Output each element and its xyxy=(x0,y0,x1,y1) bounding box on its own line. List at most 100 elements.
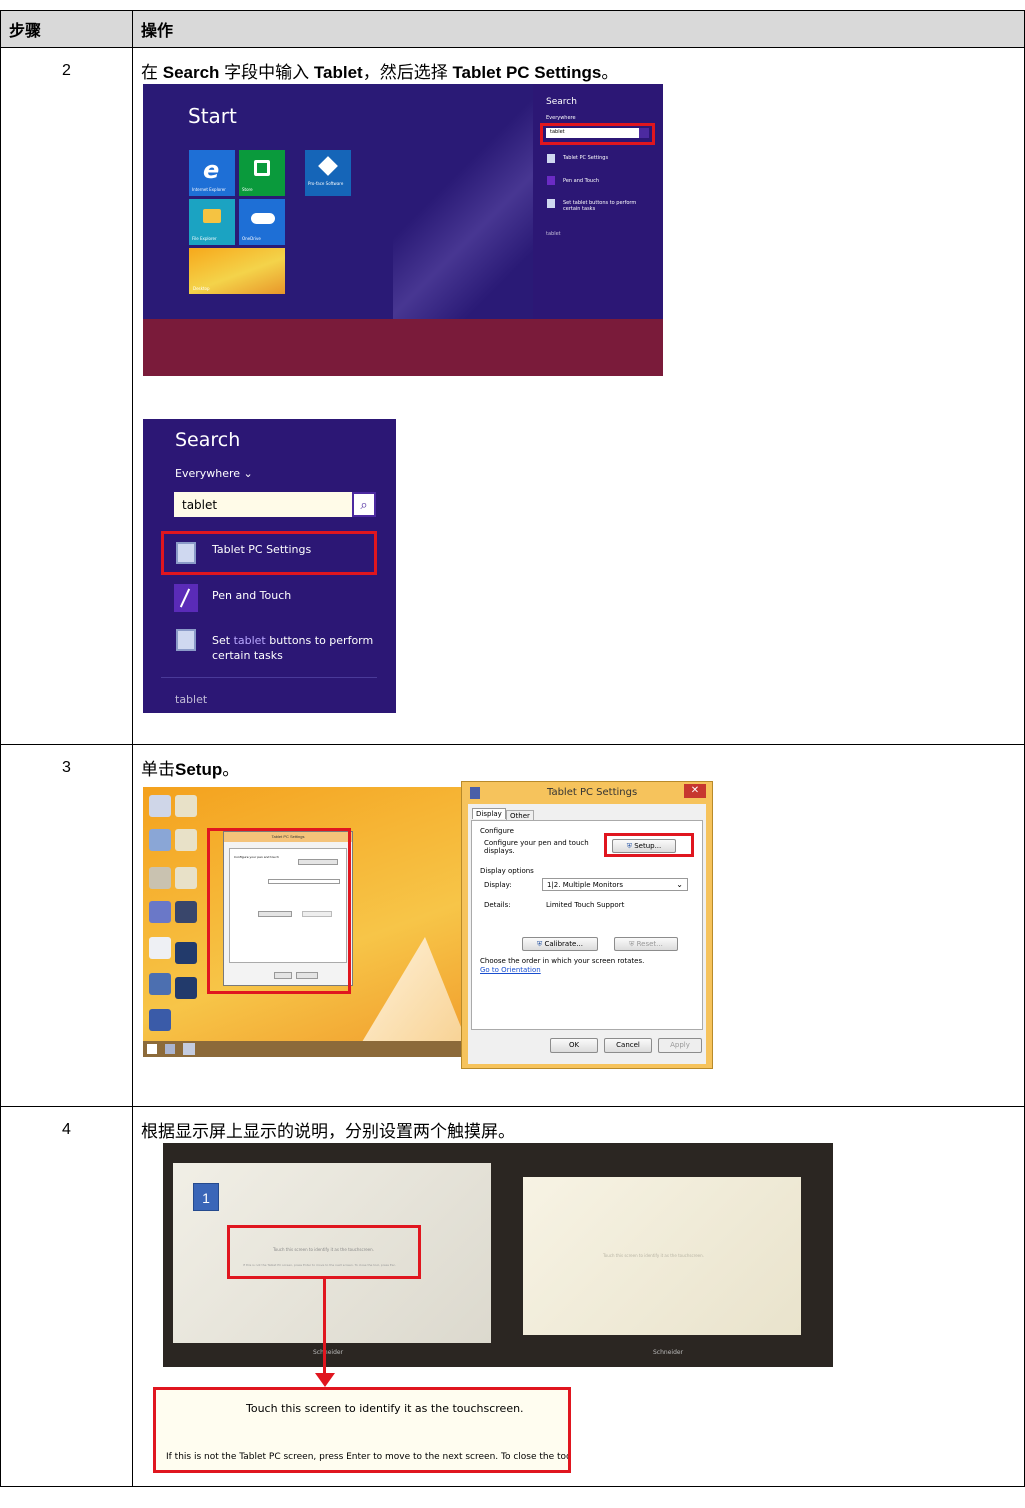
desktop-icon[interactable] xyxy=(175,829,197,851)
highlight-search-box xyxy=(540,123,655,145)
callout-arrow xyxy=(323,1279,326,1379)
step-instruction: 根据显示屏上显示的说明，分别设置两个触摸屏。 xyxy=(141,1122,515,1141)
tile-file-explorer[interactable]: File Explorer xyxy=(189,199,235,245)
tablet-settings-icon[interactable] xyxy=(183,1043,195,1055)
step-action-cell: 单击Setup。 Tablet PC Settings Configure yo… xyxy=(132,744,1025,1107)
highlight-setup-button xyxy=(604,833,694,857)
group-display-options: Display options xyxy=(480,867,534,875)
tile-internet-explorer[interactable]: e Internet Explorer xyxy=(189,150,235,196)
explorer-icon[interactable] xyxy=(165,1044,175,1054)
result-tablet-pc-settings[interactable]: Tablet PC Settings xyxy=(212,543,311,556)
tile-onedrive[interactable]: OneDrive xyxy=(239,199,285,245)
background-swoosh xyxy=(393,84,543,319)
desktop-icon[interactable] xyxy=(149,867,171,889)
store-icon xyxy=(254,160,270,176)
result-tablet-buttons[interactable]: Set tablet buttons to perform certain ta… xyxy=(212,633,373,663)
instruction-text: ，然后选择 xyxy=(362,63,453,82)
start-screen-screenshot: Start e Internet Explorer Store Pro-face… xyxy=(143,84,663,376)
brand-logo: Schneider xyxy=(313,1349,344,1356)
chevron-down-icon: ⌄ xyxy=(243,467,253,480)
desktop-icon[interactable] xyxy=(175,795,197,817)
search-icon[interactable]: ⌕ xyxy=(352,492,376,517)
tablet-settings-icon xyxy=(547,154,555,163)
app-icon xyxy=(470,787,480,799)
tile-desktop[interactable]: Desktop xyxy=(189,248,285,294)
arrow-head-icon xyxy=(315,1373,335,1387)
brand-logo: Schneider xyxy=(653,1349,684,1356)
desktop-screenshot: Tablet PC Settings Configure your pen an… xyxy=(143,787,463,1057)
instruction-keyword: Setup xyxy=(175,760,223,779)
instruction-keyword: Tablet PC Settings xyxy=(452,63,602,82)
windows-icon[interactable] xyxy=(147,1044,157,1054)
shield-icon: ⛨ xyxy=(629,940,635,948)
dialog-titlebar: Tablet PC Settings ✕ xyxy=(462,782,712,804)
folder-icon xyxy=(203,209,221,223)
search-charm-panel: Search Everywhere tablet Tablet PC Setti… xyxy=(533,84,663,319)
reset-button[interactable]: ⛨ Reset... xyxy=(614,937,678,951)
cloud-icon xyxy=(251,213,275,224)
start-title: Start xyxy=(188,104,237,128)
callout-title: Touch this screen to identify it as the … xyxy=(246,1402,524,1415)
instruction-text: 。 xyxy=(601,63,619,82)
close-icon[interactable]: ✕ xyxy=(684,784,706,798)
apply-button[interactable]: Apply xyxy=(658,1038,702,1053)
desktop-icon[interactable] xyxy=(175,977,197,999)
desktop-icon[interactable] xyxy=(175,942,197,964)
step-action-cell: 在 Search 字段中输入 Tablet，然后选择 Tablet PC Set… xyxy=(132,47,1025,745)
wallpaper-shape xyxy=(353,937,463,1057)
monitors-photo: 1 Schneider Schneider Touch this screen … xyxy=(163,1143,833,1367)
step-number: 2 xyxy=(0,47,133,745)
callout-instruction: If this is not the Tablet PC screen, pre… xyxy=(166,1452,571,1462)
procedure-table: 步骤 操作 2 在 Search 字段中输入 Tablet，然后选择 Table… xyxy=(0,10,1025,1487)
tab-display[interactable]: Display xyxy=(472,808,506,819)
scope-label[interactable]: Everywhere ⌄ xyxy=(175,467,253,480)
highlight-monitor-message xyxy=(227,1225,421,1279)
table-row-step-3: 3 单击Setup。 Tablet PC Settings Configure … xyxy=(0,744,1025,1107)
step-number: 3 xyxy=(0,744,133,1107)
instruction-text: 在 xyxy=(141,63,163,82)
group-configure: Configure xyxy=(480,827,514,835)
desktop-icon[interactable] xyxy=(149,973,171,995)
instruction-text: 字段中输入 xyxy=(219,63,314,82)
step-number: 4 xyxy=(0,1106,133,1487)
tile-pro-face-software[interactable]: Pro-face Software xyxy=(305,150,351,196)
step-instruction: 单击Setup。 xyxy=(141,760,240,779)
header-step: 步骤 xyxy=(0,10,133,48)
desktop-icon[interactable] xyxy=(175,867,197,889)
calibrate-button[interactable]: ⛨ Calibrate... xyxy=(522,937,598,951)
table-row-step-2: 2 在 Search 字段中输入 Tablet，然后选择 Tablet PC S… xyxy=(0,47,1025,745)
step-instruction: 在 Search 字段中输入 Tablet，然后选择 Tablet PC Set… xyxy=(141,58,1016,84)
desktop-icon[interactable] xyxy=(149,937,171,959)
tile-store[interactable]: Store xyxy=(239,150,285,196)
highlight-dialog xyxy=(207,828,351,994)
ok-button[interactable]: OK xyxy=(550,1038,598,1053)
table-row-step-4: 4 根据显示屏上显示的说明，分别设置两个触摸屏。 1 Schneider Sch… xyxy=(0,1106,1025,1487)
divider xyxy=(161,677,377,678)
desktop-icon[interactable] xyxy=(149,795,171,817)
tablet-buttons-icon xyxy=(547,199,555,208)
header-action: 操作 xyxy=(132,10,1025,48)
chevron-down-icon: ⌄ xyxy=(676,880,683,889)
desktop-icon[interactable] xyxy=(149,901,171,923)
table-header-row: 步骤 操作 xyxy=(0,10,1025,48)
display-select[interactable]: 1|2. Multiple Monitors ⌄ xyxy=(542,878,688,891)
tablet-settings-icon xyxy=(176,542,196,564)
ie-icon: e xyxy=(203,156,220,184)
result-pen-and-touch[interactable]: Pen and Touch xyxy=(212,589,291,602)
cancel-button[interactable]: Cancel xyxy=(604,1038,652,1053)
tablet-pc-settings-dialog: Tablet PC Settings ✕ Display Other Confi… xyxy=(461,781,713,1069)
search-input[interactable]: tablet ⌕ xyxy=(174,492,376,517)
instruction-keyword: Tablet xyxy=(313,63,363,82)
shield-icon: ⛨ xyxy=(537,940,543,948)
desktop-icon[interactable] xyxy=(149,1009,171,1031)
taskbar xyxy=(143,1041,463,1057)
proface-icon xyxy=(318,156,338,176)
desktop-icon[interactable] xyxy=(175,901,197,923)
search-panel-zoom: Search Everywhere ⌄ tablet ⌕ Tablet PC S… xyxy=(143,419,396,713)
go-to-orientation-link[interactable]: Go to Orientation xyxy=(480,966,541,974)
instruction-keyword: Search xyxy=(162,63,220,82)
pen-icon xyxy=(174,584,198,612)
monitor-number-badge: 1 xyxy=(193,1183,219,1211)
callout-box: Touch this screen to identify it as the … xyxy=(153,1387,571,1473)
desktop-icon[interactable] xyxy=(149,829,171,851)
